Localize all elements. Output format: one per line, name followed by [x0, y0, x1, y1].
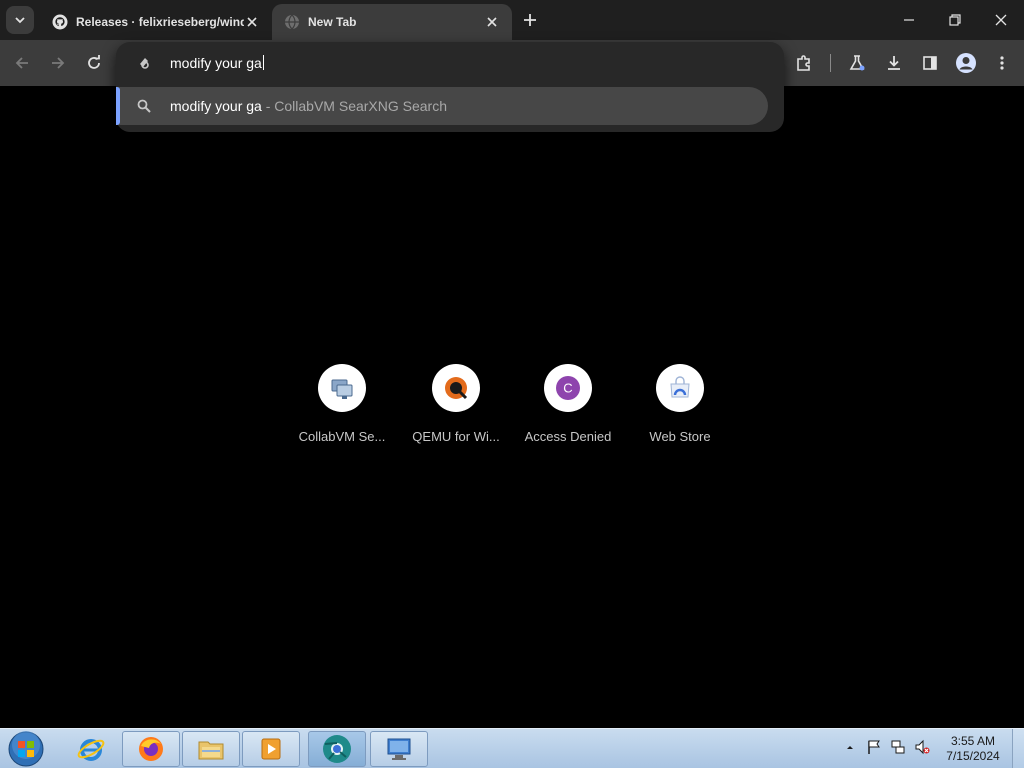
start-button[interactable] — [6, 730, 46, 768]
windows-logo-icon — [8, 731, 44, 767]
system-clock[interactable]: 3:55 AM 7/15/2024 — [940, 734, 1006, 764]
shortcut-web-store[interactable]: Web Store — [624, 360, 736, 450]
taskbar-chromium[interactable] — [308, 731, 366, 767]
forward-button[interactable] — [44, 49, 72, 77]
windows-taskbar: 3:55 AM 7/15/2024 — [0, 728, 1024, 768]
downloads-button[interactable] — [880, 49, 908, 77]
clock-date: 7/15/2024 — [946, 749, 1000, 763]
tab-strip: Releases · felixrieseberg/windows95 New … — [0, 0, 1024, 40]
search-engine-icon — [140, 58, 149, 69]
more-vertical-icon — [1000, 56, 1004, 70]
new-tab-button[interactable] — [518, 8, 542, 32]
volume-muted-icon — [915, 739, 930, 755]
tab-close-button[interactable] — [244, 14, 260, 30]
shortcut-label: QEMU for Wi... — [412, 429, 500, 444]
media-player-icon — [261, 738, 281, 760]
tab-title: New Tab — [308, 15, 357, 29]
action-center-button[interactable] — [866, 739, 882, 755]
show-hidden-icons-button[interactable] — [842, 739, 858, 755]
flag-icon — [868, 740, 880, 754]
address-bar[interactable]: modify your ga — [116, 42, 784, 84]
shortcut-tile — [432, 364, 480, 412]
close-icon — [487, 17, 497, 27]
taskbar-media-player[interactable] — [242, 731, 300, 767]
firefox-icon — [139, 737, 163, 761]
omnibox-dropdown: modify your ga modify your ga - CollabVM… — [116, 42, 784, 132]
puzzle-piece-icon — [797, 55, 810, 71]
qemu-icon — [445, 377, 468, 400]
shortcut-label: Web Store — [649, 429, 711, 444]
restore-icon — [949, 14, 961, 26]
minimize-icon — [904, 19, 914, 21]
network-button[interactable] — [890, 739, 906, 755]
remote-desktop-icon — [387, 738, 411, 760]
taskbar-remote-desktop[interactable] — [370, 731, 428, 767]
suggestion-text: modify your ga - CollabVM SearXNG Search — [170, 98, 447, 114]
volume-button[interactable] — [914, 739, 930, 755]
flask-icon — [849, 55, 865, 71]
show-desktop-button[interactable] — [1012, 729, 1024, 768]
globe-icon — [285, 14, 299, 30]
tab-title: Releases · felixrieseberg/windows95 — [76, 15, 244, 29]
shortcut-tile — [656, 364, 704, 412]
side-panel-icon — [923, 56, 937, 70]
download-icon — [888, 56, 900, 70]
arrow-left-icon — [15, 57, 28, 69]
address-input[interactable]: modify your ga — [170, 55, 264, 71]
clock-time: 3:55 AM — [950, 734, 996, 748]
plus-icon — [524, 14, 536, 26]
labs-button[interactable] — [843, 49, 871, 77]
letter-c-glyph: C — [563, 381, 572, 396]
chromium-icon — [323, 735, 351, 763]
shortcut-tile: C — [544, 364, 592, 412]
chevron-down-icon — [15, 17, 25, 24]
tab-close-button[interactable] — [484, 14, 500, 30]
internet-explorer-icon — [77, 739, 105, 761]
chevron-up-icon — [847, 746, 853, 749]
shortcut-tile — [318, 364, 366, 412]
web-store-icon — [670, 376, 690, 398]
selection-indicator — [116, 87, 120, 125]
close-icon — [247, 17, 257, 27]
profile-avatar-icon — [956, 53, 976, 73]
reload-button[interactable] — [80, 49, 108, 77]
side-panel-button[interactable] — [916, 49, 944, 77]
back-button[interactable] — [8, 49, 36, 77]
letter-c-icon: C — [556, 376, 580, 400]
address-input-value: modify your ga — [170, 55, 262, 71]
profile-button[interactable] — [952, 49, 980, 77]
shortcut-qemu[interactable]: QEMU for Wi... — [400, 360, 512, 450]
file-explorer-icon — [198, 741, 224, 760]
taskbar-internet-explorer[interactable] — [62, 731, 120, 767]
tab-new-tab[interactable]: New Tab — [272, 4, 512, 40]
shortcut-collabvm[interactable]: CollabVM Se... — [286, 360, 398, 450]
search-icon — [137, 99, 151, 113]
arrow-right-icon — [52, 57, 65, 69]
reload-icon — [88, 55, 100, 69]
restore-button[interactable] — [932, 0, 978, 40]
suggestion-source: - CollabVM SearXNG Search — [265, 98, 448, 114]
omnibox-suggestion[interactable]: modify your ga - CollabVM SearXNG Search — [116, 87, 768, 125]
extensions-button[interactable] — [790, 49, 818, 77]
taskbar-firefox[interactable] — [122, 731, 180, 767]
close-icon — [995, 14, 1007, 26]
suggestion-query: modify your ga — [170, 98, 262, 114]
collabvm-icon — [331, 379, 353, 399]
menu-button[interactable] — [988, 49, 1016, 77]
tab-releases[interactable]: Releases · felixrieseberg/windows95 — [40, 4, 272, 40]
toolbar-separator — [830, 54, 831, 72]
close-window-button[interactable] — [978, 0, 1024, 40]
taskbar-file-explorer[interactable] — [182, 731, 240, 767]
network-icon — [891, 740, 905, 754]
tab-search-button[interactable] — [6, 6, 34, 34]
text-caret — [262, 55, 264, 70]
shortcut-label: CollabVM Se... — [298, 429, 386, 444]
github-icon — [52, 14, 68, 30]
shortcut-label: Access Denied — [524, 429, 612, 444]
shortcut-access-denied[interactable]: C Access Denied — [512, 360, 624, 450]
minimize-button[interactable] — [886, 0, 932, 40]
